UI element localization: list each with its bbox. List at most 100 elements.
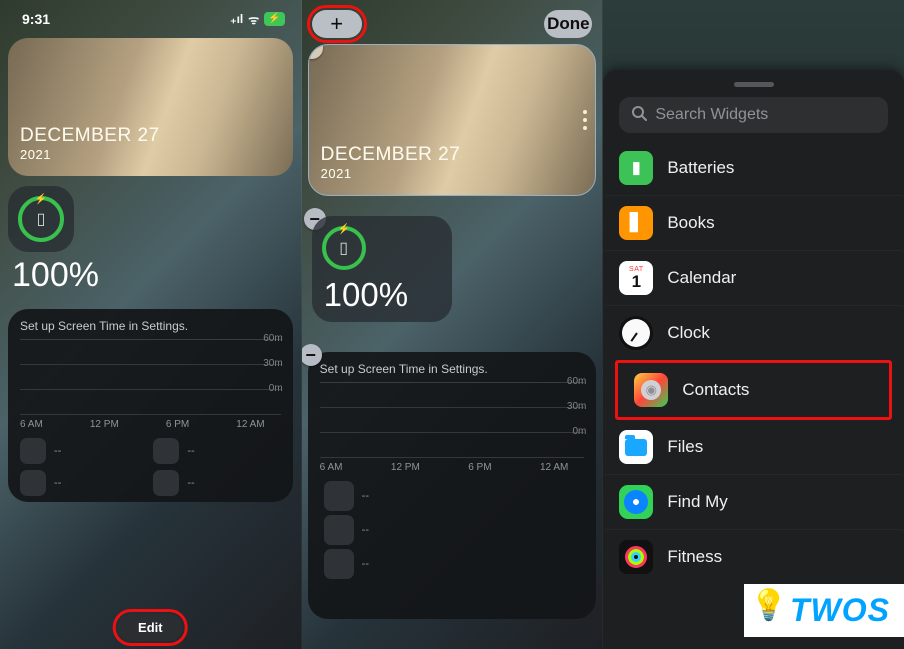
battery-ring-icon: ▯ [322,226,366,270]
ylabel-60: 60m [263,333,282,344]
watermark: 💡 TWOS [744,584,904,637]
battery-percent: 100% [12,256,99,295]
battery-ring-icon: ▯ [18,196,64,242]
photos-year: 2021 [20,147,160,162]
ylabel-60: 60m [567,376,586,387]
fitness-icon [619,540,653,574]
widget-row-label: Contacts [682,380,749,400]
clock-icon [619,316,653,350]
search-icon [631,105,647,126]
photos-widget-date: DECEMBER 27 2021 [20,126,160,162]
xlabel: 12 AM [236,419,264,430]
widget-row-label: Find My [667,492,727,512]
xlabel: 12 PM [90,419,119,430]
done-button[interactable]: Done [544,10,592,38]
xlabel: 6 AM [20,419,43,430]
status-time: 9:31 [22,11,50,27]
app-thumb-icon [20,470,46,496]
photos-date: DECEMBER 27 [321,145,461,164]
xlabel: 12 AM [540,462,568,473]
ylabel-30: 30m [567,401,586,412]
list-item: -- [324,481,585,511]
status-bar: 9:31 ₊ıl ᯤ ⚡ [0,0,301,30]
list-item: -- [153,470,280,496]
lightbulb-icon: 💡 [750,588,788,623]
screen-time-apps: -- -- -- [324,481,585,579]
widget-row-label: Calendar [667,268,736,288]
screen-time-chart: 60m 30m 0m [20,339,281,415]
widget-row-fitness[interactable]: Fitness [603,529,904,584]
app-thumb-icon [20,438,46,464]
find-my-icon [619,485,653,519]
watermark-text: TWOS [790,592,890,629]
widget-row-findmy[interactable]: Find My [603,474,904,529]
battery-percent: 100% [324,276,442,314]
list-item: -- [153,438,280,464]
batteries-icon: ▮ [619,151,653,185]
photos-date: DECEMBER 27 [20,126,160,145]
widget-drag-handle-icon[interactable] [583,110,587,130]
list-item: -- [20,438,147,464]
widget-row-label: Clock [667,323,710,343]
ylabel-0: 0m [572,426,586,437]
photos-year: 2021 [321,166,461,181]
widget-row-batteries[interactable]: ▮ Batteries [603,141,904,195]
widget-row-label: Batteries [667,158,734,178]
screen-time-xaxis: 6 AM 12 PM 6 PM 12 AM [20,415,281,430]
widget-row-label: Books [667,213,714,233]
ylabel-0: 0m [269,383,283,394]
screen-time-widget[interactable]: Set up Screen Time in Settings. 60m 30m … [8,309,293,502]
cell-signal-icon: ₊ıl [230,12,243,26]
battery-status-icon: ⚡ [264,12,284,26]
sheet-grabber[interactable] [734,82,774,87]
screen-time-title: Set up Screen Time in Settings. [20,319,281,333]
screen-time-chart: 60m 30m 0m [320,382,585,458]
batteries-widget[interactable]: ▯ 100% [8,186,99,295]
widget-row-files[interactable]: Files [603,420,904,474]
photos-widget[interactable]: − DECEMBER 27 2021 [308,44,597,196]
app-thumb-icon [324,481,354,511]
widget-row-contacts[interactable]: ◉ Contacts [618,363,889,417]
list-item: -- [20,470,147,496]
app-thumb-icon [153,438,179,464]
screen-time-apps: -- -- -- -- [20,438,281,496]
app-thumb-icon [153,470,179,496]
photos-widget-date: DECEMBER 27 2021 [321,145,461,181]
widget-app-list: ▮ Batteries ▋ Books SAT 1 Calendar Cloc [603,141,904,584]
widget-row-clock[interactable]: Clock [603,305,904,360]
status-icons: ₊ıl ᯤ ⚡ [230,11,284,28]
widget-row-label: Fitness [667,547,722,567]
app-thumb-icon [324,549,354,579]
screen-time-title: Set up Screen Time in Settings. [320,362,585,376]
list-item: -- [324,515,585,545]
screen-time-xaxis: 6 AM 12 PM 6 PM 12 AM [320,458,585,473]
widget-picker-sheet: Search Widgets ▮ Batteries ▋ Books SAT 1… [603,70,904,649]
screen-time-widget[interactable]: − Set up Screen Time in Settings. 60m 30… [308,352,597,619]
xlabel: 6 AM [320,462,343,473]
today-view-edit-panel: + Done − DECEMBER 27 2021 − ▯ 100% − Set… [301,0,603,649]
edit-button[interactable]: Edit [118,614,183,641]
photos-widget[interactable]: DECEMBER 27 2021 [8,38,293,176]
calendar-icon: SAT 1 [619,261,653,295]
search-placeholder: Search Widgets [655,106,768,124]
remove-widget-button[interactable]: − [308,44,323,59]
ylabel-30: 30m [263,358,282,369]
today-view-panel: 9:31 ₊ıl ᯤ ⚡ DECEMBER 27 2021 ▯ 100% Set… [0,0,301,649]
widget-row-label: Files [667,437,703,457]
wifi-icon: ᯤ [248,11,259,28]
books-icon: ▋ [619,206,653,240]
files-icon [619,430,653,464]
batteries-widget[interactable]: ▯ 100% [312,216,452,322]
xlabel: 6 PM [468,462,491,473]
remove-widget-button[interactable]: − [301,344,322,366]
widget-row-calendar[interactable]: SAT 1 Calendar [603,250,904,305]
add-widget-button[interactable]: + [312,10,362,38]
contacts-icon: ◉ [634,373,668,407]
widget-picker-panel: Search Widgets ▮ Batteries ▋ Books SAT 1… [602,0,904,649]
app-thumb-icon [324,515,354,545]
list-item: -- [324,549,585,579]
xlabel: 12 PM [391,462,420,473]
search-widgets-field[interactable]: Search Widgets [619,97,888,133]
widget-row-books[interactable]: ▋ Books [603,195,904,250]
xlabel: 6 PM [166,419,189,430]
